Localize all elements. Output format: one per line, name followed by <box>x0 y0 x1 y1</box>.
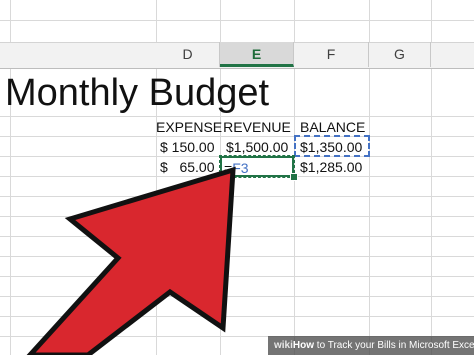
footer-wiki: wiki <box>274 340 293 351</box>
footer-text: to Track your Bills in Microsoft Excel <box>314 340 474 351</box>
arrow-shape <box>26 166 236 355</box>
watermark-footer: wikiHow to Track your Bills in Microsoft… <box>268 336 474 355</box>
pointer-arrow-icon <box>26 166 236 355</box>
footer-how: How <box>292 340 315 351</box>
spreadsheet-grid[interactable]: D E F G Monthly Budget EXPENSE REVENUE B… <box>0 0 474 355</box>
